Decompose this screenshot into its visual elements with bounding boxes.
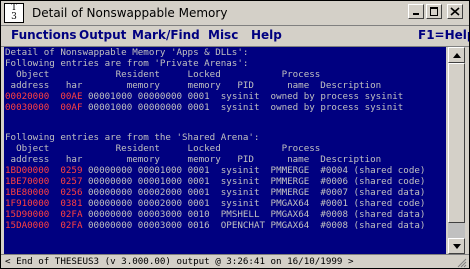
column-header-2: address har memory memory PID name Descr…	[5, 154, 382, 165]
minimize-icon	[413, 13, 419, 15]
menu-help[interactable]: Help	[251, 28, 282, 42]
menu-misc[interactable]: Misc	[208, 28, 238, 42]
table-row[interactable]: 15D90000 02FA 00000000 00003000 0010 PMS…	[5, 209, 425, 220]
menu-mark-find[interactable]: Mark/Find	[132, 28, 200, 42]
column-header-1: Object Resident Locked Process	[5, 69, 321, 80]
row-address: 00020000	[5, 91, 50, 102]
app-icon[interactable]: T 3	[4, 3, 24, 23]
row-details: 00000000 00003000 0010 PMSHELL PMGAX64 #…	[82, 209, 426, 220]
maximize-icon	[430, 7, 438, 16]
row-har: 0259	[60, 165, 83, 176]
row-address: 00030000	[5, 102, 50, 113]
row-har: 00AF	[60, 102, 83, 113]
report-heading: Detail of Nonswappable Memory 'Apps & DL…	[5, 47, 249, 58]
f1-help-hint: F1=Help	[418, 28, 470, 42]
row-har: 0256	[60, 187, 83, 198]
resize-grip-icon[interactable]	[457, 258, 467, 268]
table-row[interactable]: 1BE80000 0256 00000000 00002000 0001 sys…	[5, 187, 425, 198]
scroll-down-button[interactable]	[448, 238, 465, 254]
window-title: Detail of Nonswappable Memory	[32, 6, 228, 20]
row-address: 15DA0000	[5, 220, 50, 231]
menu-output[interactable]: Output	[79, 28, 126, 42]
row-details: 00000000 00002000 0001 sysinit PMMERGE #…	[82, 187, 426, 198]
table-row[interactable]: 00030000 00AF 00001000 00000000 0001 sys…	[5, 102, 403, 113]
menu-bar: Functions Output Mark/Find Misc Help F1=…	[1, 26, 469, 47]
row-details: 00000000 00001000 0001 sysinit PMMERGE #…	[82, 176, 426, 187]
row-address: 1F910000	[5, 198, 50, 209]
private-section-intro: Following entries are from 'Private Aren…	[5, 58, 249, 69]
title-bar[interactable]: T 3 Detail of Nonswappable Memory	[1, 1, 469, 26]
status-bar: < End of THESEUS3 (v 3.000.00) output @ …	[1, 254, 469, 268]
shared-section-intro: Following entries are from the 'Shared A…	[5, 132, 260, 143]
row-address: 1BE80000	[5, 187, 50, 198]
status-text: < End of THESEUS3 (v 3.000.00) output @ …	[5, 256, 354, 267]
row-details: 00000000 00001000 0001 sysinit PMMERGE #…	[82, 165, 426, 176]
scroll-up-icon	[453, 53, 461, 58]
menu-functions[interactable]: Functions	[11, 28, 77, 42]
column-header-2: address har memory memory PID name Descr…	[5, 80, 382, 91]
maximize-button[interactable]	[426, 4, 442, 19]
close-icon	[450, 7, 460, 16]
close-button[interactable]	[447, 4, 463, 19]
row-details: 00001000 00000000 0001 sysinit owned by …	[82, 91, 404, 102]
table-row[interactable]: 1F910000 0381 00000000 00002000 0001 sys…	[5, 198, 425, 209]
row-har: 0257	[60, 176, 83, 187]
row-har: 0381	[60, 198, 83, 209]
row-address: 1BE70000	[5, 176, 50, 187]
row-details: 00000000 00002000 0001 sysinit PMGAX64 #…	[82, 198, 426, 209]
row-har: 00AE	[60, 91, 83, 102]
scroll-down-icon	[453, 244, 461, 249]
row-details: 00000000 00003000 0016 OPENCHAT PMGAX64 …	[82, 220, 426, 231]
scroll-up-button[interactable]	[448, 47, 465, 63]
row-details: 00001000 00000000 0001 sysinit owned by …	[82, 102, 404, 113]
minimize-button[interactable]	[408, 4, 424, 19]
row-address: 15D90000	[5, 209, 50, 220]
table-row[interactable]: 15DA0000 02FA 00000000 00003000 0016 OPE…	[5, 220, 425, 231]
row-har: 02FA	[60, 220, 83, 231]
table-row[interactable]: 1BE70000 0257 00000000 00001000 0001 sys…	[5, 176, 425, 187]
theseus-window: T 3 Detail of Nonswappable Memory Functi…	[0, 0, 470, 269]
row-address: 1BD00000	[5, 165, 50, 176]
row-har: 02FA	[60, 209, 83, 220]
column-header-1: Object Resident Locked Process	[5, 143, 321, 154]
table-row[interactable]: 00020000 00AE 00001000 00000000 0001 sys…	[5, 91, 403, 102]
vertical-scrollbar[interactable]	[448, 47, 465, 254]
table-row[interactable]: 1BD00000 0259 00000000 00001000 0001 sys…	[5, 165, 425, 176]
report-pane[interactable]: Detail of Nonswappable Memory 'Apps & DL…	[4, 47, 446, 254]
scroll-thumb[interactable]	[448, 63, 465, 223]
app-icon-bottom-glyph: 3	[11, 12, 17, 22]
